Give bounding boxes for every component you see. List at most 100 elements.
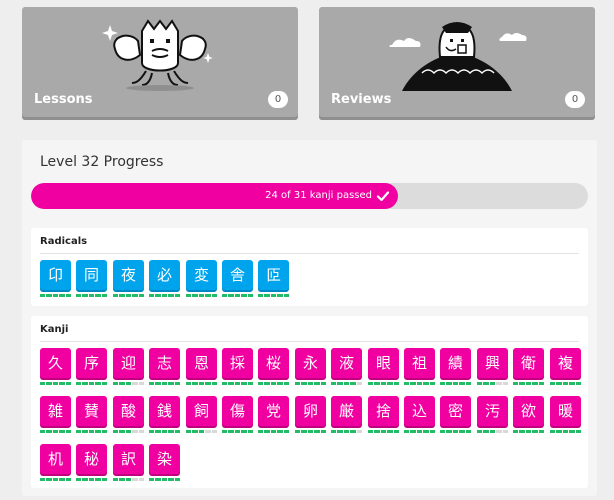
radical-tile[interactable]: 夜 [113,260,144,290]
kanji-tile[interactable]: 銭 [149,396,180,426]
srs-pip [76,382,82,385]
kanji-tile[interactable]: 欲 [513,396,544,426]
srs-progress-pips [186,294,218,297]
kanji-tile[interactable]: 賛 [76,396,107,426]
srs-pip [368,382,374,385]
kanji-item: 複 [550,348,582,385]
radical-tile[interactable]: 同 [76,260,107,290]
srs-pip [138,478,145,481]
kanji-tile[interactable]: 雑 [40,396,71,426]
srs-pip [331,382,337,385]
kanji-tile[interactable]: 暖 [550,396,581,426]
srs-pip [95,382,101,385]
srs-pip [393,430,400,433]
kanji-tile[interactable]: 永 [295,348,326,378]
kanji-tile[interactable]: 液 [331,348,362,378]
kanji-tile[interactable]: 密 [440,396,471,426]
radical-tile[interactable]: 卬 [40,260,71,290]
kanji-tile[interactable]: 秘 [76,444,107,474]
srs-progress-pips [440,430,472,433]
srs-pip [380,430,387,433]
srs-pip [343,430,350,433]
radical-tile[interactable]: 変 [186,260,217,290]
kanji-tile[interactable]: 飼 [186,396,217,426]
srs-pip [82,478,88,481]
srs-pip [59,382,65,385]
kanji-tile[interactable]: 衛 [513,348,544,378]
kanji-tile[interactable]: 恩 [186,348,217,378]
radical-tile[interactable]: 𦣝 [258,260,289,290]
kanji-tile[interactable]: 祖 [404,348,435,378]
srs-pip [95,478,101,481]
kanji-item: 久 [40,348,72,385]
srs-pip [132,382,138,385]
srs-progress-pips [222,430,254,433]
srs-pip [465,382,472,385]
kanji-tile[interactable]: 志 [149,348,180,378]
kanji-tile[interactable]: 久 [40,348,71,378]
srs-pip [168,430,174,433]
kanji-tile[interactable]: 興 [477,348,508,378]
srs-pip [465,430,472,433]
kanji-tile[interactable]: 傷 [222,396,253,426]
srs-pip [40,294,46,297]
srs-pip [113,382,119,385]
srs-pip [198,430,205,433]
kanji-tile[interactable]: 眼 [368,348,399,378]
srs-pip [149,294,155,297]
kanji-tile[interactable]: 採 [222,348,253,378]
kanji-tile[interactable]: 込 [404,396,435,426]
kanji-item: 永 [295,348,327,385]
kanji-tile[interactable]: 績 [440,348,471,378]
srs-progress-pips [404,430,436,433]
srs-pip [241,294,247,297]
lessons-card[interactable]: Lessons 0 [22,7,298,117]
srs-pip [234,382,241,385]
srs-pip [247,430,254,433]
srs-pip [496,382,502,385]
kanji-tile[interactable]: 染 [149,444,180,474]
kanji-item: 暖 [550,396,582,433]
srs-pip [320,382,327,385]
srs-pip [40,430,46,433]
radical-tile[interactable]: 必 [149,260,180,290]
kanji-tile[interactable]: 酸 [113,396,144,426]
srs-progress-pips [186,382,218,385]
srs-pip [241,382,247,385]
kanji-tile[interactable]: 迎 [113,348,144,378]
srs-pip [277,382,283,385]
srs-pip [222,382,228,385]
srs-pip [502,430,509,433]
kanji-tile[interactable]: 捨 [368,396,399,426]
srs-pip [228,430,234,433]
srs-pip [446,382,452,385]
radicals-heading: Radicals [40,236,88,247]
srs-pip [532,382,538,385]
srs-pip [228,294,234,297]
kanji-tile[interactable]: 複 [550,348,581,378]
srs-pip [52,294,59,297]
kanji-tile[interactable]: 訳 [113,444,144,474]
kanji-tile[interactable]: 卵 [295,396,326,426]
lessons-count-badge: 0 [268,91,288,108]
kanji-item: 賛 [76,396,108,433]
kanji-tile[interactable]: 党 [258,396,289,426]
kanji-tile[interactable]: 厳 [331,396,362,426]
reviews-title: Reviews [331,92,392,107]
kanji-tile[interactable]: 序 [76,348,107,378]
reviews-card[interactable]: Reviews 0 [319,7,595,117]
kanji-tile[interactable]: 机 [40,444,71,474]
srs-pip [59,430,65,433]
srs-pip [307,382,314,385]
srs-progress-pips [113,478,145,481]
srs-pip [161,294,168,297]
kanji-tile[interactable]: 桜 [258,348,289,378]
srs-pip [459,382,465,385]
srs-progress-pips [186,430,218,433]
kanji-tile[interactable]: 汚 [477,396,508,426]
kanji-item: 桜 [258,348,290,385]
radical-tile[interactable]: 舎 [222,260,253,290]
srs-pip [132,430,138,433]
kanji-item: 序 [76,348,108,385]
radical-item: 舎 [222,260,254,297]
